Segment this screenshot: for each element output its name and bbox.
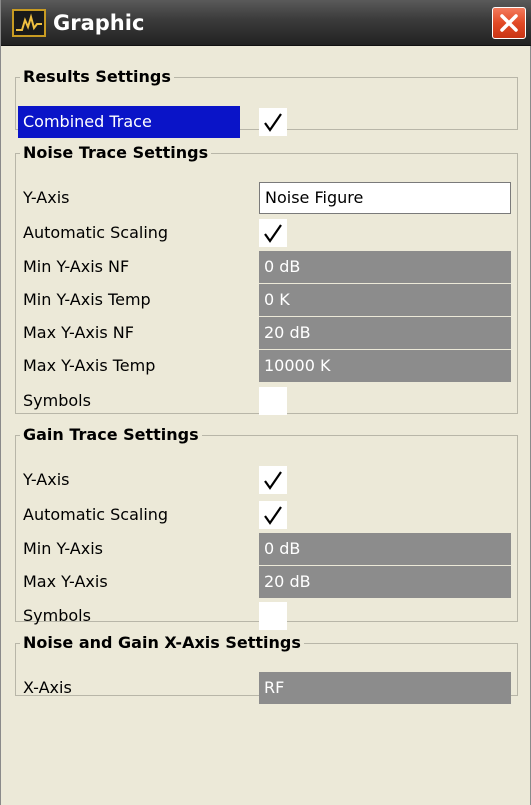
max-y-axis-nf-label: Max Y-Axis NF <box>23 323 134 342</box>
max-y-axis-temp-label: Max Y-Axis Temp <box>23 356 156 375</box>
combined-trace-row[interactable]: Combined Trace <box>16 106 517 138</box>
x-axis-label: X-Axis <box>23 678 72 697</box>
min-y-axis-nf-row: Min Y-Axis NF 0 dB <box>16 251 517 283</box>
combined-trace-checkbox[interactable] <box>259 108 287 136</box>
gain-trace-settings-legend: Gain Trace Settings <box>23 425 199 444</box>
gain-min-y-axis-row: Min Y-Axis 0 dB <box>16 533 517 565</box>
x-axis-field[interactable]: RF <box>259 672 511 704</box>
max-y-axis-nf-row: Max Y-Axis NF 20 dB <box>16 317 517 349</box>
results-settings-legend: Results Settings <box>23 67 171 86</box>
gain-max-y-axis-field: 20 dB <box>259 566 511 598</box>
min-y-axis-temp-row: Min Y-Axis Temp 0 K <box>16 284 517 316</box>
noise-symbols-checkbox[interactable] <box>259 387 287 415</box>
noise-y-axis-field[interactable]: Noise Figure <box>259 182 511 214</box>
max-y-axis-temp-field: 10000 K <box>259 350 511 382</box>
close-button[interactable] <box>492 7 526 39</box>
results-settings-group: Results Settings Combined Trace <box>15 67 518 138</box>
noise-symbols-label: Symbols <box>23 391 91 410</box>
gain-min-y-axis-label: Min Y-Axis <box>23 539 103 558</box>
title-bar[interactable]: Graphic <box>1 0 531 46</box>
trace-graph-icon <box>12 9 46 37</box>
max-y-axis-nf-field: 20 dB <box>259 317 511 349</box>
noise-auto-scaling-row: Automatic Scaling <box>16 217 517 249</box>
noise-trace-settings-legend: Noise Trace Settings <box>23 143 209 162</box>
min-y-axis-temp-field: 0 K <box>259 284 511 316</box>
gain-auto-scaling-label: Automatic Scaling <box>23 505 169 524</box>
window-title: Graphic <box>53 11 145 35</box>
gain-symbols-checkbox[interactable] <box>259 602 287 630</box>
gain-auto-scaling-checkbox[interactable] <box>259 501 287 529</box>
noise-auto-scaling-checkbox[interactable] <box>259 219 287 247</box>
gain-y-axis-row: Y-Axis <box>16 464 517 496</box>
checkmark-icon <box>264 471 282 490</box>
gain-max-y-axis-label: Max Y-Axis <box>23 572 108 591</box>
noise-symbols-row: Symbols <box>16 385 517 417</box>
gain-symbols-row: Symbols <box>16 600 517 632</box>
noise-y-axis-label: Y-Axis <box>23 188 70 207</box>
close-icon <box>500 14 518 32</box>
x-axis-settings-legend: Noise and Gain X-Axis Settings <box>23 633 301 652</box>
gain-symbols-label: Symbols <box>23 606 91 625</box>
min-y-axis-temp-label: Min Y-Axis Temp <box>23 290 151 309</box>
gain-max-y-axis-row: Max Y-Axis 20 dB <box>16 566 517 598</box>
min-y-axis-nf-label: Min Y-Axis NF <box>23 257 130 276</box>
min-y-axis-nf-field: 0 dB <box>259 251 511 283</box>
gain-y-axis-label: Y-Axis <box>23 470 70 489</box>
noise-trace-settings-group: Noise Trace Settings Y-Axis Noise Figure… <box>15 143 518 417</box>
noise-y-axis-row: Y-Axis Noise Figure <box>16 182 517 214</box>
gain-trace-settings-group: Gain Trace Settings Y-Axis Automatic Sca… <box>15 425 518 630</box>
combined-trace-label[interactable]: Combined Trace <box>18 106 240 138</box>
gain-y-axis-checkbox[interactable] <box>259 466 287 494</box>
graphic-dialog: Graphic Results Settings Combined Trace … <box>0 0 531 805</box>
gain-min-y-axis-field: 0 dB <box>259 533 511 565</box>
checkmark-icon <box>264 113 282 132</box>
gain-auto-scaling-row: Automatic Scaling <box>16 499 517 531</box>
x-axis-settings-group: Noise and Gain X-Axis Settings X-Axis RF <box>15 633 518 704</box>
x-axis-row: X-Axis RF <box>16 672 517 704</box>
max-y-axis-temp-row: Max Y-Axis Temp 10000 K <box>16 350 517 382</box>
checkmark-icon <box>264 224 282 243</box>
checkmark-icon <box>264 506 282 525</box>
noise-auto-scaling-label: Automatic Scaling <box>23 223 169 242</box>
